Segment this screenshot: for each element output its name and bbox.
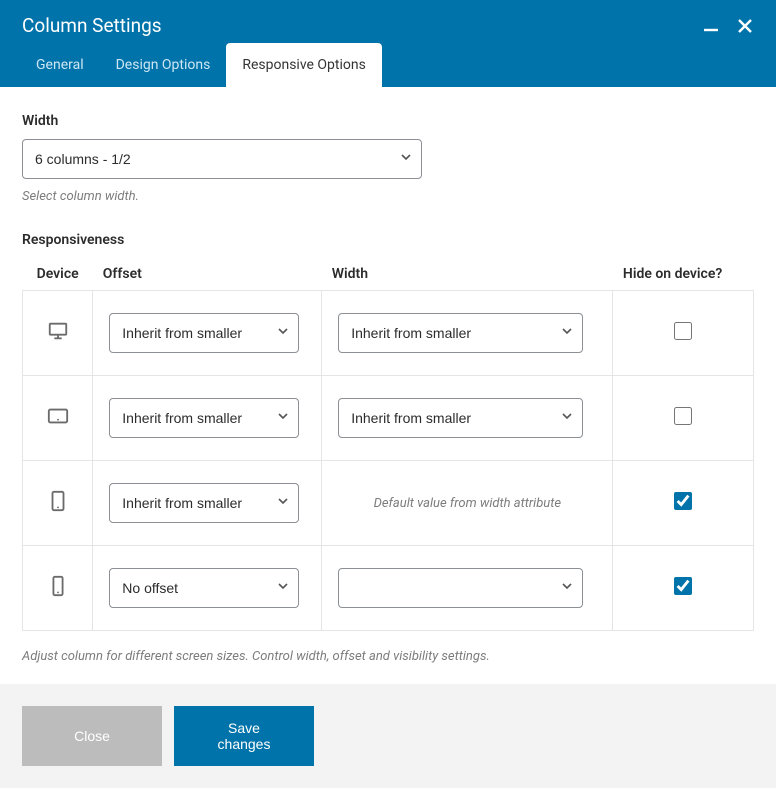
offset-select[interactable]: No offset [109,568,299,608]
tab-bar: General Design Options Responsive Option… [0,43,776,87]
device-cell [23,376,93,461]
width-cell: Inherit from smaller [322,376,613,461]
width-helper: Select column width. [22,189,754,204]
offset-cell: Inherit from smaller [93,376,322,461]
device-cell [23,461,93,546]
device-cell [23,291,93,376]
close-icon[interactable] [736,17,754,35]
desktop-icon [47,320,69,342]
width-select-wrap: 6 columns - 1/2 [22,139,422,179]
width-cell: Default value from width attribute [322,461,613,546]
width-cell: Inherit from smaller [322,291,613,376]
modal-body: Width 6 columns - 1/2 Select column widt… [0,87,776,684]
modal-header: Column Settings General Design Options R… [0,0,776,87]
responsiveness-helper: Adjust column for different screen sizes… [22,649,754,664]
hide-checkbox[interactable] [674,322,692,340]
offset-select[interactable]: Inherit from smaller [109,313,299,353]
tablet-portrait-icon [47,490,69,512]
hide-cell [613,291,754,376]
responsiveness-label: Responsiveness [22,232,754,248]
width-select-row[interactable]: Inherit from smaller [338,398,583,438]
hide-cell [613,546,754,631]
column-settings-modal: Column Settings General Design Options R… [0,0,776,788]
width-label: Width [22,113,754,129]
responsiveness-table: Device Offset Width Hide on device? [22,258,754,631]
device-cell [23,546,93,631]
hide-checkbox[interactable] [674,492,692,510]
offset-select[interactable]: Inherit from smaller [109,483,299,523]
tab-responsive-options[interactable]: Responsive Options [226,43,382,87]
minimize-icon[interactable] [702,17,720,35]
hide-checkbox[interactable] [674,407,692,425]
tab-general[interactable]: General [20,43,100,87]
save-button[interactable]: Save changes [174,706,314,766]
default-width-text: Default value from width attribute [338,496,596,511]
width-cell [322,546,613,631]
window-controls [702,17,754,35]
modal-footer: Close Save changes [0,684,776,788]
width-select[interactable]: 6 columns - 1/2 [22,139,422,179]
table-row: Inherit from smaller Inherit from smalle… [23,291,754,376]
table-row: No offset [23,546,754,631]
hide-checkbox[interactable] [674,577,692,595]
table-row: Inherit from smaller Default value from … [23,461,754,546]
tablet-landscape-icon [47,405,69,427]
hide-cell [613,461,754,546]
col-device: Device [23,258,93,291]
width-select-row[interactable] [338,568,583,608]
col-width: Width [322,258,613,291]
hide-cell [613,376,754,461]
table-header-row: Device Offset Width Hide on device? [23,258,754,291]
width-select-row[interactable]: Inherit from smaller [338,313,583,353]
offset-cell: Inherit from smaller [93,291,322,376]
offset-cell: No offset [93,546,322,631]
tab-design-options[interactable]: Design Options [100,43,227,87]
offset-select[interactable]: Inherit from smaller [109,398,299,438]
modal-title: Column Settings [22,14,162,37]
close-button[interactable]: Close [22,706,162,766]
table-row: Inherit from smaller Inherit from smalle… [23,376,754,461]
col-hide: Hide on device? [613,258,754,291]
mobile-icon [47,575,69,597]
col-offset: Offset [93,258,322,291]
offset-cell: Inherit from smaller [93,461,322,546]
